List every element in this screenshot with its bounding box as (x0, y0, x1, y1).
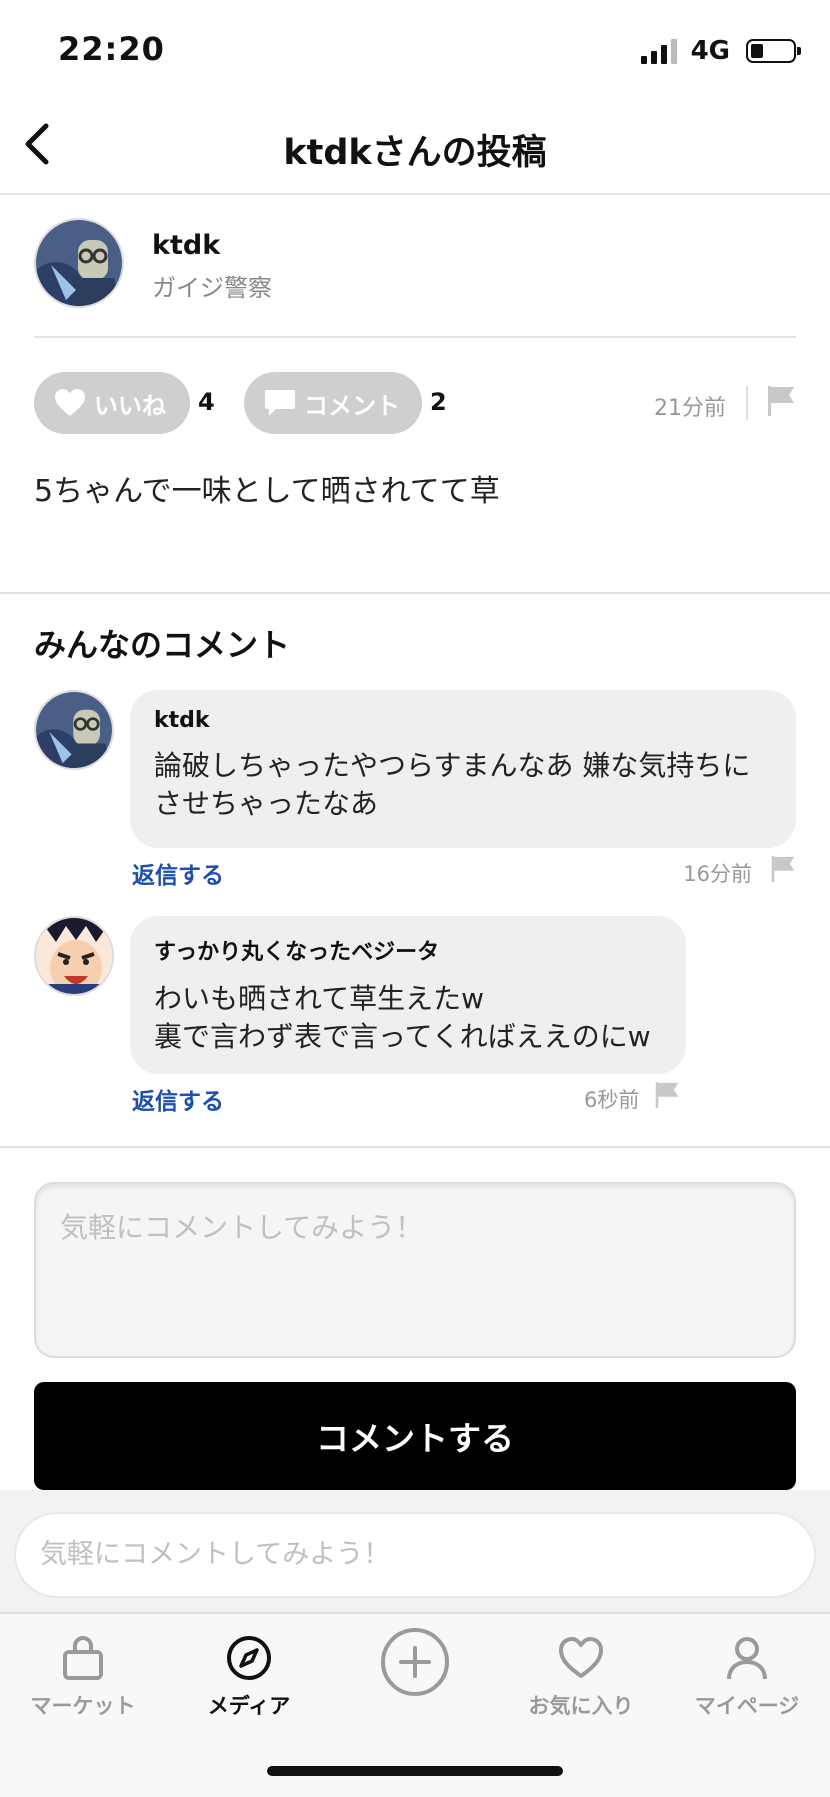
section-divider (0, 592, 830, 594)
post-timestamp: 21分前 (654, 396, 726, 421)
post-body: 5ちゃんで一味として晒されてて草 (34, 474, 500, 509)
heart-icon (55, 389, 85, 416)
flag-icon[interactable] (766, 384, 796, 418)
person-icon (727, 1637, 767, 1680)
tab-label: マーケット (30, 1694, 136, 1718)
comment-bubble: すっかり丸くなったベジータ わいも晒されて草生えたw 裏で言わず表で言ってくれば… (130, 916, 686, 1074)
comment-author[interactable]: ktdk (154, 708, 772, 733)
bottom-input-bar: 気軽にコメントしてみよう！ (0, 1490, 830, 1612)
comment-label: コメント (304, 391, 400, 420)
comment-bubble: ktdk 論破しちゃったやつらすまんなあ 嫌な気持ちに させちゃったなあ (130, 690, 796, 848)
page-title: ktdkさんの投稿 (283, 133, 547, 173)
divider (34, 336, 796, 338)
author-subtitle: ガイジ警察 (152, 274, 272, 302)
bag-icon (63, 1636, 103, 1680)
reply-link[interactable]: 返信する (132, 856, 224, 890)
tab-label: メディア (207, 1694, 291, 1718)
reply-link[interactable]: 返信する (132, 1082, 224, 1116)
tab-label: お気に入り (528, 1694, 634, 1718)
speech-bubble-icon (265, 390, 295, 416)
tab-label: マイページ (694, 1694, 800, 1718)
status-time: 22:20 (58, 30, 165, 68)
battery-icon (746, 39, 801, 63)
comment-timestamp: 6秒前 (584, 1088, 640, 1112)
tab-market[interactable]: マーケット (0, 1634, 166, 1720)
quick-comment-input[interactable]: 気軽にコメントしてみよう！ (14, 1512, 816, 1598)
comment-text: 論破しちゃったやつらすまんなあ 嫌な気持ちに させちゃったなあ (154, 749, 751, 820)
tab-favorites[interactable]: お気に入り (498, 1634, 664, 1720)
post-actions: いいね 4 コメント 2 21分前 (34, 372, 796, 434)
avatar-illustration-icon (36, 692, 112, 768)
avatar[interactable] (34, 690, 114, 770)
divider (746, 386, 748, 420)
tab-post[interactable] (332, 1626, 498, 1698)
comment-text: わいも晒されて草生えたw 裏で言わず表で言ってくればええのにw (154, 982, 651, 1053)
author-name[interactable]: ktdk (152, 230, 220, 261)
nav-header: ktdkさんの投稿 (0, 100, 830, 195)
comment-timestamp: 16分前 (683, 862, 752, 886)
comment-author[interactable]: すっかり丸くなったベジータ (154, 934, 662, 966)
avatar-illustration-icon (36, 918, 112, 994)
like-button[interactable]: いいね (34, 372, 190, 434)
home-indicator[interactable] (267, 1766, 563, 1776)
signal-icon (640, 38, 677, 64)
status-indicators: 4G (640, 36, 801, 66)
comment-item: すっかり丸くなったベジータ わいも晒されて草生えたw 裏で言わず表で言ってくれば… (34, 916, 796, 1116)
tab-media[interactable]: メディア (166, 1634, 332, 1720)
tab-mypage[interactable]: マイページ (664, 1634, 830, 1720)
like-count: 4 (198, 388, 215, 416)
plus-circle-icon (381, 1628, 449, 1696)
comments-heading: みんなのコメント (34, 626, 291, 664)
avatar[interactable] (34, 218, 124, 308)
avatar[interactable] (34, 916, 114, 996)
flag-icon[interactable] (654, 1080, 680, 1110)
section-divider (0, 1146, 830, 1148)
avatar-illustration-icon (36, 220, 122, 306)
flag-icon[interactable] (770, 854, 796, 884)
post-author[interactable]: ktdk ガイジ警察 (34, 218, 796, 338)
comment-textarea[interactable] (34, 1182, 796, 1358)
network-type: 4G (690, 36, 730, 66)
compass-icon (227, 1636, 271, 1680)
like-label: いいね (94, 391, 166, 420)
submit-comment-button[interactable]: コメントする (34, 1382, 796, 1490)
comment-count: 2 (430, 388, 447, 416)
heart-icon (559, 1637, 603, 1678)
comment-item: ktdk 論破しちゃったやつらすまんなあ 嫌な気持ちに させちゃったなあ 返信す… (34, 690, 796, 890)
comment-button[interactable]: コメント (244, 372, 422, 434)
status-bar: 22:20 4G (0, 0, 830, 100)
